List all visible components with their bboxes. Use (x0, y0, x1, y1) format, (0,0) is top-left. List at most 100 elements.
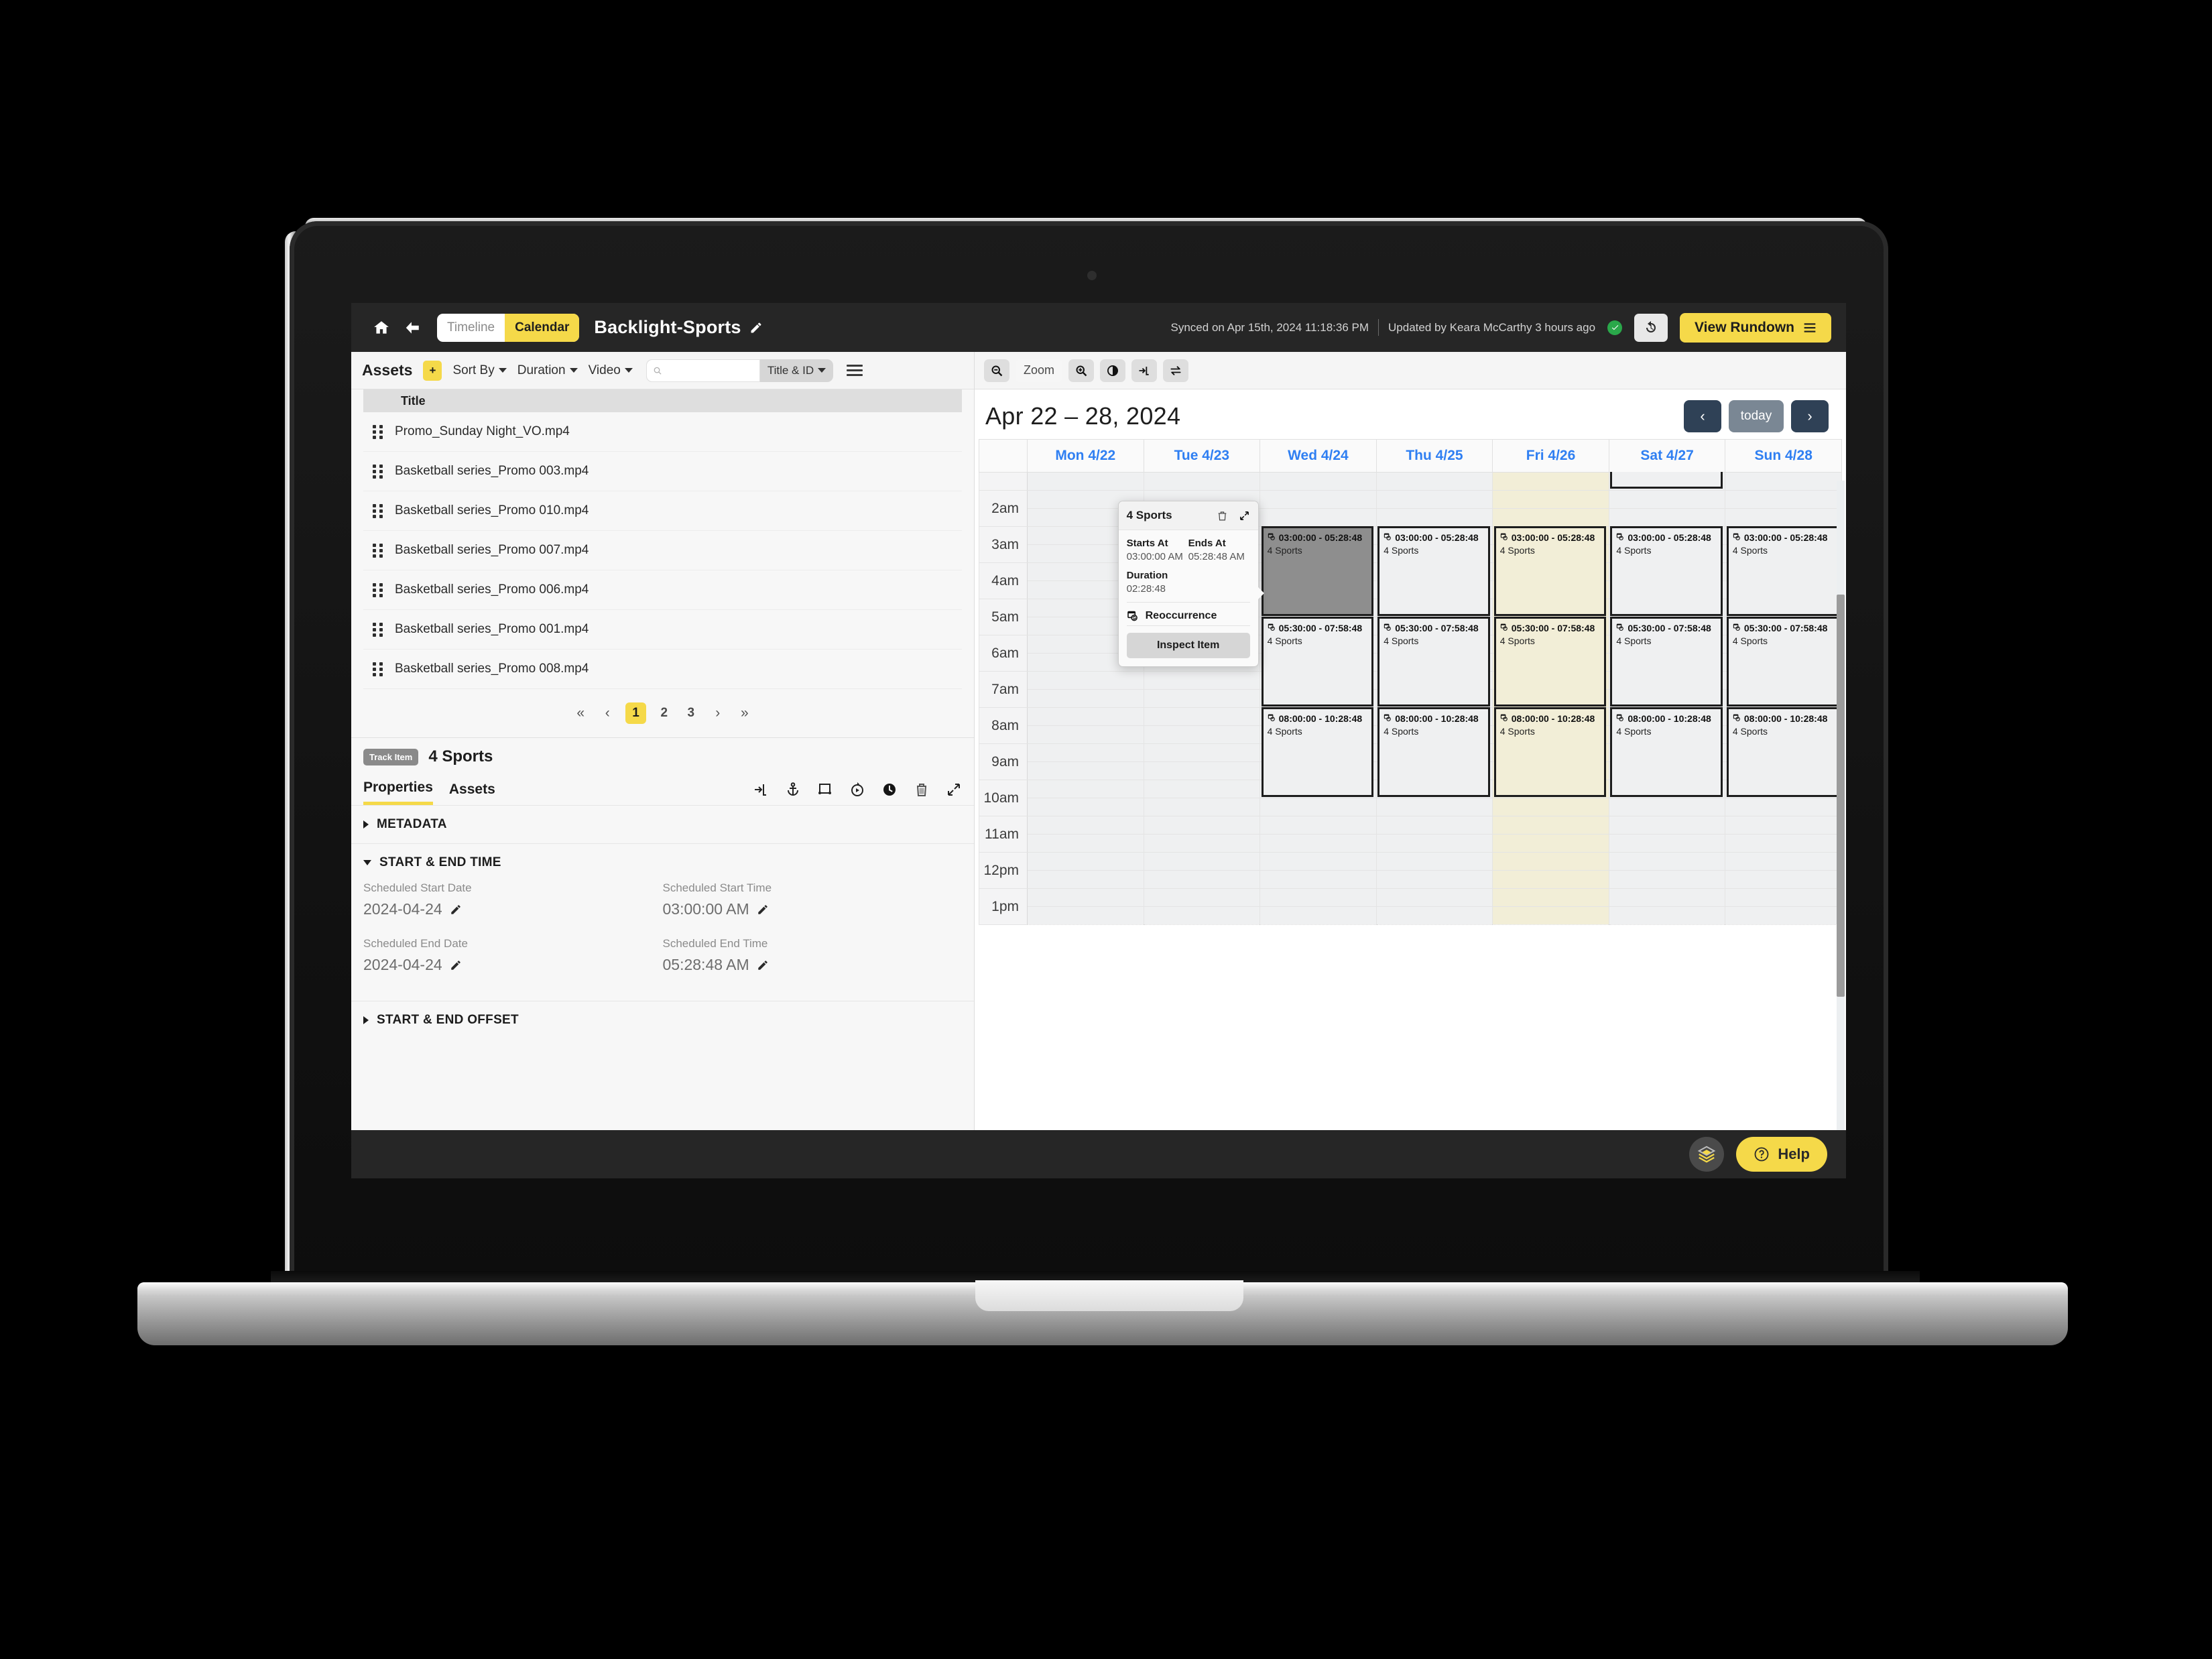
section-start-end-time[interactable]: START & END TIME (351, 843, 974, 881)
calendar-cell[interactable] (1259, 798, 1377, 816)
partial-event-block[interactable] (1610, 472, 1723, 489)
page-last[interactable]: » (736, 705, 753, 721)
calendar-cell[interactable] (1259, 834, 1377, 853)
inspect-item-button[interactable]: Inspect Item (1126, 633, 1250, 658)
calendar-cell[interactable] (1143, 834, 1261, 853)
zoom-in-icon[interactable] (1068, 359, 1095, 382)
search-input[interactable] (666, 364, 753, 377)
calendar-cell[interactable] (1492, 490, 1609, 509)
list-item[interactable]: Basketball series_Promo 008.mp4 (363, 650, 962, 689)
duration-dropdown[interactable]: Duration (517, 363, 578, 378)
drag-handle-icon[interactable] (373, 464, 383, 479)
calendar-cell[interactable] (1375, 508, 1493, 527)
calendar-cell[interactable] (1143, 780, 1261, 798)
section-start-end-offset[interactable]: START & END OFFSET (351, 1001, 974, 1039)
calendar-cell[interactable] (1492, 888, 1609, 907)
calendar-scrollbar[interactable] (1837, 481, 1845, 1178)
calendar-cell[interactable] (1492, 852, 1609, 871)
calendar-event[interactable]: 08:00:00 - 10:28:48 4 Sports (1261, 707, 1374, 797)
calendar-cell[interactable] (1259, 852, 1377, 871)
calendar-cell[interactable] (1725, 472, 1842, 491)
popover-reoccurrence[interactable]: Reoccurrence (1127, 609, 1250, 622)
calendar-cell[interactable] (1143, 472, 1261, 491)
calendar-cell[interactable] (1608, 834, 1726, 853)
calendar-event[interactable]: 05:30:00 - 07:58:48 4 Sports (1493, 617, 1607, 706)
add-asset-button[interactable]: + (423, 360, 442, 381)
drag-handle-icon[interactable] (373, 424, 383, 439)
pencil-icon[interactable] (757, 904, 769, 916)
calendar-cell[interactable] (1492, 472, 1609, 491)
calendar-cell[interactable] (1259, 870, 1377, 889)
calendar-cell[interactable] (1259, 472, 1377, 491)
calendar-event[interactable]: 05:30:00 - 07:58:48 4 Sports (1377, 617, 1490, 706)
calendar-cell[interactable] (1375, 906, 1493, 925)
replay-icon[interactable] (849, 782, 865, 798)
list-item[interactable]: Basketball series_Promo 003.mp4 (363, 452, 962, 491)
calendar-cell[interactable] (1027, 888, 1144, 907)
tab-calendar[interactable]: Calendar (505, 313, 580, 342)
calendar-cell[interactable] (1143, 725, 1261, 744)
back-arrow-icon[interactable] (397, 312, 428, 343)
day-header-wed[interactable]: Wed 4/24 (1259, 439, 1377, 473)
calendar-event[interactable]: 03:00:00 - 05:28:48 4 Sports (1610, 526, 1723, 616)
calendar-event[interactable]: 05:30:00 - 07:58:48 4 Sports (1726, 617, 1839, 706)
day-header-mon[interactable]: Mon 4/22 (1027, 439, 1144, 473)
tab-assets[interactable]: Assets (449, 782, 495, 804)
pencil-icon[interactable] (450, 904, 462, 916)
calendar-cell[interactable] (1608, 888, 1726, 907)
field-value[interactable]: 05:28:48 AM (663, 956, 963, 974)
drag-handle-icon[interactable] (373, 622, 383, 637)
calendar-cell[interactable] (1027, 761, 1144, 780)
collapse-icon[interactable] (946, 782, 962, 798)
calendar-cell[interactable] (1375, 798, 1493, 816)
search-scope-dropdown[interactable]: Title & ID (760, 364, 833, 377)
trash-icon[interactable] (914, 782, 930, 798)
calendar-cell[interactable] (1608, 852, 1726, 871)
drag-handle-icon[interactable] (373, 503, 383, 518)
calendar-cell[interactable] (1143, 816, 1261, 835)
calendar-cell[interactable] (1375, 816, 1493, 835)
calendar-cell[interactable] (1492, 870, 1609, 889)
drag-handle-icon[interactable] (373, 543, 383, 558)
zoom-out-icon[interactable] (984, 359, 1009, 382)
pencil-icon[interactable] (450, 959, 462, 971)
calendar-cell[interactable] (1492, 906, 1609, 925)
crop-frame-icon[interactable] (817, 782, 833, 798)
tab-properties[interactable]: Properties (363, 780, 433, 805)
calendar-event[interactable]: 08:00:00 - 10:28:48 4 Sports (1726, 707, 1839, 797)
calendar-event[interactable]: 08:00:00 - 10:28:48 4 Sports (1610, 707, 1723, 797)
calendar-cell[interactable] (1725, 490, 1842, 509)
calendar-cell[interactable] (1492, 834, 1609, 853)
calendar-event[interactable]: 03:00:00 - 05:28:48 4 Sports (1261, 526, 1374, 616)
page-2[interactable]: 2 (656, 706, 673, 721)
swap-arrows-icon[interactable] (1163, 359, 1189, 382)
day-header-sat[interactable]: Sat 4/27 (1608, 439, 1726, 473)
calendar-event[interactable]: 03:00:00 - 05:28:48 4 Sports (1377, 526, 1490, 616)
page-prev[interactable]: ‹ (599, 705, 616, 721)
contrast-icon[interactable] (1100, 359, 1126, 382)
calendar-cell[interactable] (1143, 707, 1261, 726)
calendar-cell[interactable] (1375, 852, 1493, 871)
calendar-cell[interactable] (1608, 798, 1726, 816)
calendar-cell[interactable] (1027, 798, 1144, 816)
calendar-cell[interactable] (1027, 725, 1144, 744)
calendar-event[interactable]: 05:30:00 - 07:58:48 4 Sports (1261, 617, 1374, 706)
page-first[interactable]: « (572, 705, 589, 721)
calendar-cell[interactable] (1259, 888, 1377, 907)
hamburger-icon[interactable] (844, 362, 865, 379)
home-icon[interactable] (366, 312, 397, 343)
calendar-cell[interactable] (1143, 888, 1261, 907)
calendar-event[interactable]: 08:00:00 - 10:28:48 4 Sports (1377, 707, 1490, 797)
calendar-cell[interactable] (1143, 798, 1261, 816)
list-item[interactable]: Basketball series_Promo 001.mp4 (363, 610, 962, 650)
anchor-icon[interactable] (785, 782, 801, 798)
history-clock-icon[interactable] (1634, 313, 1668, 342)
calendar-cell[interactable] (1608, 906, 1726, 925)
calendar-cell[interactable] (1725, 816, 1842, 835)
calendar-cell[interactable] (1027, 870, 1144, 889)
calendar-cell[interactable] (1143, 689, 1261, 708)
drag-handle-icon[interactable] (373, 582, 383, 597)
drag-handle-icon[interactable] (373, 662, 383, 676)
field-value[interactable]: 03:00:00 AM (663, 900, 963, 918)
calendar-cell[interactable] (1027, 689, 1144, 708)
